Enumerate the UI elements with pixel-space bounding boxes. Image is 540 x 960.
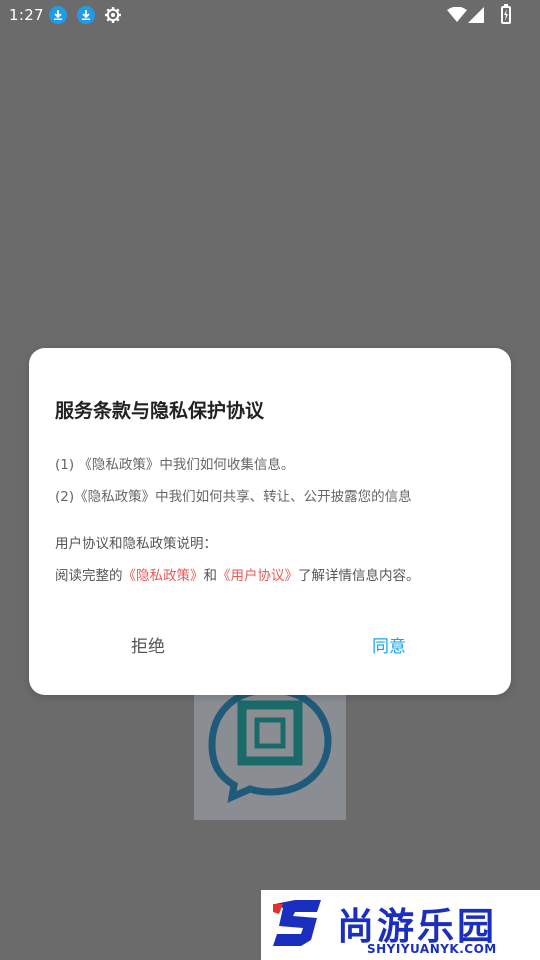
wifi-icon xyxy=(447,6,467,27)
dialog-title: 服务条款与隐私保护协议 xyxy=(55,400,265,422)
watermark-banner: 尚游乐园 SHYIYUANYK.COM xyxy=(261,890,540,960)
agree-button[interactable]: 同意 xyxy=(372,632,406,657)
term-item-collect: (1) 《隐私政策》中我们如何收集信息。 xyxy=(55,457,295,473)
watermark-en-text: SHYIYUANYK.COM xyxy=(367,942,497,956)
note-suffix: 了解详情信息内容。 xyxy=(298,568,420,584)
watermark-logo-icon xyxy=(273,900,321,946)
privacy-policy-link[interactable]: 《隐私政策》 xyxy=(123,568,204,584)
note-title: 用户协议和隐私政策说明： xyxy=(55,536,217,552)
note-prefix: 阅读完整的 xyxy=(55,568,123,584)
status-bar: 1:27 xyxy=(0,0,540,32)
note-and: 和 xyxy=(203,568,218,584)
screen: 1:27 服务条款与隐私保护协议 (1) 《隐私政策》中我们如何收集信息。 (2… xyxy=(0,0,540,960)
privacy-dialog: 服务条款与隐私保护协议 (1) 《隐私政策》中我们如何收集信息。 (2)《隐私政… xyxy=(29,348,511,695)
user-agreement-link[interactable]: 《用户协议》 xyxy=(217,568,298,584)
battery-icon xyxy=(501,4,511,24)
note-line: 阅读完整的《隐私政策》和《用户协议》了解详情信息内容。 xyxy=(55,564,420,584)
download-icon xyxy=(49,6,67,24)
status-time: 1:27 xyxy=(9,6,44,24)
signal-icon xyxy=(468,7,484,27)
reject-button[interactable]: 拒绝 xyxy=(131,632,165,657)
term-item-share: (2)《隐私政策》中我们如何共享、转让、公开披露您的信息 xyxy=(55,489,412,505)
download-icon xyxy=(77,6,95,24)
gear-icon xyxy=(104,6,122,24)
